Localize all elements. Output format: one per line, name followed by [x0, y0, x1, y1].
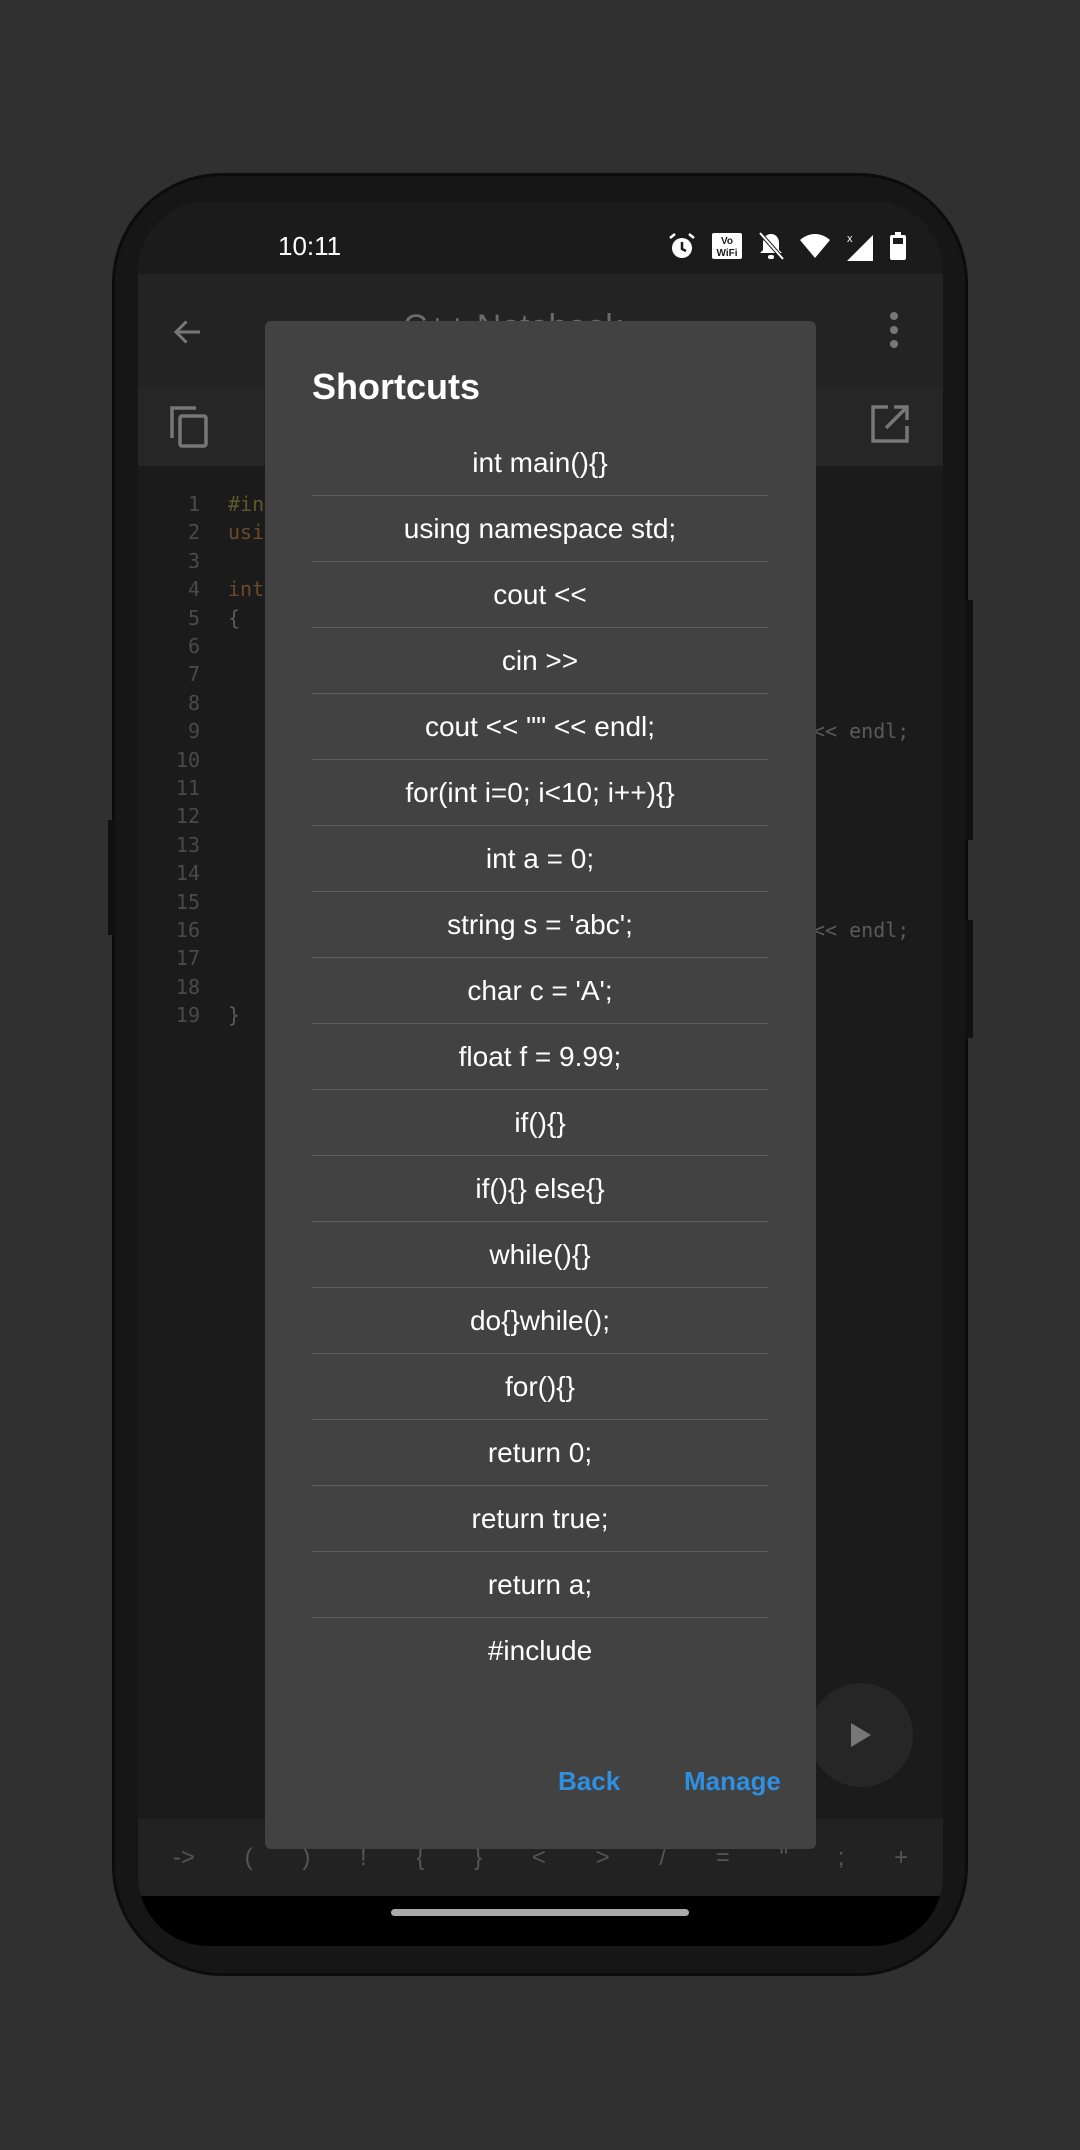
shortcut-item[interactable]: for(){}	[312, 1354, 768, 1420]
open-external-icon[interactable]	[870, 404, 910, 444]
symbol-key[interactable]: (	[245, 1844, 253, 1872]
manage-button[interactable]: Manage	[684, 1766, 781, 1797]
symbol-key[interactable]: ;	[838, 1844, 845, 1872]
side-button	[108, 820, 116, 935]
code-line: int	[228, 577, 265, 602]
shortcut-item[interactable]: return 0;	[312, 1420, 768, 1486]
shortcut-item[interactable]: int a = 0;	[312, 826, 768, 892]
shortcut-item[interactable]: float f = 9.99;	[312, 1024, 768, 1090]
line-number: 3	[187, 548, 200, 573]
code-line: usi	[228, 520, 265, 545]
line-number: 11	[175, 776, 200, 800]
code-line-fragment: << endl;	[813, 719, 910, 744]
line-number: 15	[175, 889, 200, 914]
shortcut-item[interactable]: return true;	[312, 1486, 768, 1552]
code-line-fragment: << endl;	[813, 918, 910, 942]
shortcut-item[interactable]: using namespace std;	[312, 496, 768, 562]
code-line: {	[228, 605, 241, 630]
shortcut-list: int main(){} using namespace std; cout << c…	[312, 430, 768, 1684]
back-arrow-icon[interactable]	[170, 314, 206, 350]
line-number: 8	[187, 690, 200, 715]
svg-text:Vo: Vo	[721, 236, 733, 247]
copy-icon[interactable]	[168, 404, 210, 450]
navigation-bar	[138, 1896, 943, 1946]
line-number: 9	[187, 719, 200, 744]
svg-text:x: x	[847, 233, 853, 245]
symbol-key[interactable]: +	[894, 1844, 908, 1872]
alarm-icon	[669, 233, 695, 258]
wifi-icon	[800, 234, 830, 258]
play-icon	[851, 1723, 871, 1747]
line-number: 18	[175, 974, 200, 999]
shortcut-item[interactable]: if(){} else{}	[312, 1156, 768, 1222]
svg-text:WiFi: WiFi	[716, 248, 737, 259]
side-button	[965, 600, 973, 840]
line-number: 6	[187, 634, 200, 658]
side-button	[965, 920, 973, 1038]
line-number: 4	[187, 577, 200, 602]
signal-icon: x	[847, 233, 873, 261]
line-number: 13	[175, 832, 200, 857]
shortcut-item[interactable]: for(int i=0; i<10; i++){}	[312, 760, 768, 826]
shortcut-item[interactable]: int main(){}	[312, 430, 768, 496]
shortcut-item[interactable]: if(){}	[312, 1090, 768, 1156]
battery-icon	[890, 232, 906, 260]
line-number: 2	[187, 520, 200, 545]
shortcut-item[interactable]: char c = 'A';	[312, 958, 768, 1024]
shortcut-item[interactable]: return a;	[312, 1552, 768, 1618]
line-number: 16	[175, 918, 200, 942]
line-number: 19	[175, 1003, 200, 1028]
status-bar: 10:11 Vo WiFi x	[138, 201, 943, 274]
shortcut-item[interactable]: string s = 'abc';	[312, 892, 768, 958]
line-number: 14	[175, 861, 200, 886]
line-number: 1	[187, 492, 200, 516]
vowifi-icon: VoWiFi	[712, 233, 742, 259]
run-button[interactable]	[809, 1683, 913, 1787]
code-line: #in	[228, 492, 265, 516]
shortcut-item[interactable]: cout << "" << endl;	[312, 694, 768, 760]
status-time: 10:11	[278, 231, 342, 261]
more-vert-icon[interactable]	[888, 310, 900, 350]
shortcut-item[interactable]: #include	[312, 1618, 768, 1684]
shortcut-item[interactable]: cin >>	[312, 628, 768, 694]
shortcuts-dialog: Shortcuts int main(){} using namespace st…	[265, 321, 816, 1849]
line-number: 5	[187, 605, 200, 630]
shortcut-item[interactable]: while(){}	[312, 1222, 768, 1288]
line-number: 17	[175, 946, 200, 971]
line-number: 12	[175, 804, 200, 829]
line-number: 7	[187, 662, 200, 687]
code-line: }	[228, 1003, 241, 1028]
shortcut-item[interactable]: do{}while();	[312, 1288, 768, 1354]
home-indicator[interactable]	[391, 1909, 689, 1916]
dialog-title: Shortcuts	[312, 366, 481, 407]
symbol-key[interactable]: ->	[173, 1844, 195, 1872]
line-number: 10	[175, 747, 200, 772]
bell-off-icon	[758, 231, 785, 261]
back-button[interactable]: Back	[558, 1766, 620, 1797]
shortcut-item[interactable]: cout <<	[312, 562, 768, 628]
